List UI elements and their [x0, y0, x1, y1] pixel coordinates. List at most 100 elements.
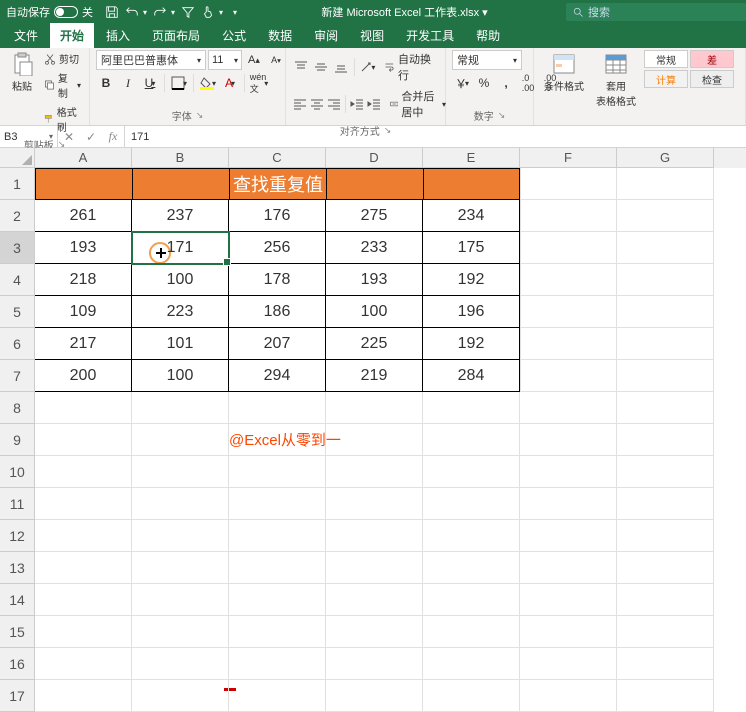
dialog-launcher-icon[interactable]: ↘	[196, 110, 204, 121]
decrease-indent-icon[interactable]	[350, 94, 365, 114]
cell[interactable]: 196	[423, 296, 520, 328]
col-header[interactable]: F	[520, 148, 617, 168]
align-top-icon[interactable]	[292, 57, 310, 77]
merge-center-button[interactable]: 合并后居中▾	[388, 87, 448, 121]
col-header[interactable]: A	[35, 148, 132, 168]
cell[interactable]	[617, 552, 714, 584]
chevron-down-icon[interactable]: ▾	[171, 8, 175, 17]
row-header[interactable]: 3	[0, 232, 35, 264]
undo-icon[interactable]	[125, 5, 139, 19]
cell[interactable]: 查找重复值	[229, 168, 326, 200]
fill-color-button[interactable]: ▾	[198, 73, 218, 93]
cell[interactable]	[423, 616, 520, 648]
cell[interactable]	[326, 680, 423, 712]
enter-icon[interactable]: ✓	[80, 130, 102, 144]
cell[interactable]	[520, 552, 617, 584]
tab-insert[interactable]: 插入	[96, 23, 140, 48]
cell[interactable]: 237	[132, 200, 229, 232]
cut-button[interactable]: 剪切	[42, 50, 83, 67]
align-middle-icon[interactable]	[312, 57, 330, 77]
row-header[interactable]: 10	[0, 456, 35, 488]
cell[interactable]	[132, 392, 229, 424]
cell[interactable]: 275	[326, 200, 423, 232]
cell[interactable]	[132, 168, 229, 200]
cell[interactable]: 233	[326, 232, 423, 264]
cell[interactable]	[617, 328, 714, 360]
cell[interactable]	[520, 200, 617, 232]
cell[interactable]: 284	[423, 360, 520, 392]
cell[interactable]: 109	[35, 296, 132, 328]
align-center-icon[interactable]	[309, 94, 324, 114]
row-header[interactable]: 17	[0, 680, 35, 712]
cell[interactable]	[617, 488, 714, 520]
cell[interactable]	[617, 296, 714, 328]
cell[interactable]: 234	[423, 200, 520, 232]
cell[interactable]	[35, 168, 132, 200]
cell[interactable]	[326, 168, 423, 200]
cell[interactable]	[520, 264, 617, 296]
row-header[interactable]: 4	[0, 264, 35, 296]
cell[interactable]: 175	[423, 232, 520, 264]
cell[interactable]: 100	[326, 296, 423, 328]
tab-formulas[interactable]: 公式	[212, 23, 256, 48]
percent-icon[interactable]: %	[474, 73, 494, 93]
copy-button[interactable]: 复制▾	[42, 69, 83, 101]
table-format-button[interactable]: 套用 表格格式	[592, 50, 640, 110]
save-icon[interactable]	[105, 5, 119, 19]
cell[interactable]	[520, 328, 617, 360]
row-header[interactable]: 2	[0, 200, 35, 232]
cell[interactable]	[132, 424, 229, 456]
cell-style-calc[interactable]: 计算	[644, 70, 688, 88]
cell[interactable]	[617, 520, 714, 552]
tab-review[interactable]: 审阅	[304, 23, 348, 48]
cell[interactable]: 218	[35, 264, 132, 296]
cell[interactable]	[423, 168, 520, 200]
row-header[interactable]: 8	[0, 392, 35, 424]
filter-icon[interactable]	[181, 5, 195, 19]
chevron-down-icon[interactable]: ▾	[143, 8, 147, 17]
name-box[interactable]: B3▾	[0, 126, 58, 147]
wrap-text-button[interactable]: 自动换行	[382, 50, 439, 84]
cancel-icon[interactable]: ✕	[58, 130, 80, 144]
decrease-font-icon[interactable]: A▾	[266, 50, 286, 70]
cell[interactable]: 225	[326, 328, 423, 360]
align-bottom-icon[interactable]	[332, 57, 350, 77]
cell[interactable]	[520, 392, 617, 424]
cell[interactable]	[35, 648, 132, 680]
cell[interactable]	[423, 584, 520, 616]
cell[interactable]: 192	[423, 328, 520, 360]
autosave-toggle[interactable]: 自动保存 关	[0, 4, 99, 20]
comma-icon[interactable]: ,	[496, 73, 516, 93]
cell[interactable]	[229, 584, 326, 616]
cell[interactable]	[520, 424, 617, 456]
cell[interactable]	[132, 648, 229, 680]
row-header[interactable]: 1	[0, 168, 35, 200]
cell[interactable]	[229, 552, 326, 584]
cell[interactable]	[617, 456, 714, 488]
formula-input[interactable]: 171	[125, 126, 746, 147]
cell[interactable]	[229, 680, 326, 712]
cell[interactable]	[229, 392, 326, 424]
cell[interactable]	[520, 488, 617, 520]
search-input[interactable]: 搜索	[566, 3, 746, 21]
tab-layout[interactable]: 页面布局	[142, 23, 210, 48]
cell[interactable]	[617, 392, 714, 424]
cell[interactable]	[617, 360, 714, 392]
cell[interactable]	[617, 680, 714, 712]
cell[interactable]	[326, 616, 423, 648]
cell[interactable]: 186	[229, 296, 326, 328]
cell[interactable]: 200	[35, 360, 132, 392]
cell-style-check[interactable]: 检查	[690, 70, 734, 88]
cell[interactable]	[617, 200, 714, 232]
italic-button[interactable]: I	[118, 73, 138, 93]
cell[interactable]	[132, 584, 229, 616]
row-header[interactable]: 13	[0, 552, 35, 584]
row-header[interactable]: 7	[0, 360, 35, 392]
font-name-select[interactable]: 阿里巴巴普惠体▾	[96, 50, 206, 70]
cell[interactable]	[423, 648, 520, 680]
cell[interactable]	[617, 616, 714, 648]
select-all-button[interactable]	[0, 148, 35, 168]
cell[interactable]: 256	[229, 232, 326, 264]
number-format-select[interactable]: 常规▾	[452, 50, 522, 70]
cell[interactable]: 193	[35, 232, 132, 264]
